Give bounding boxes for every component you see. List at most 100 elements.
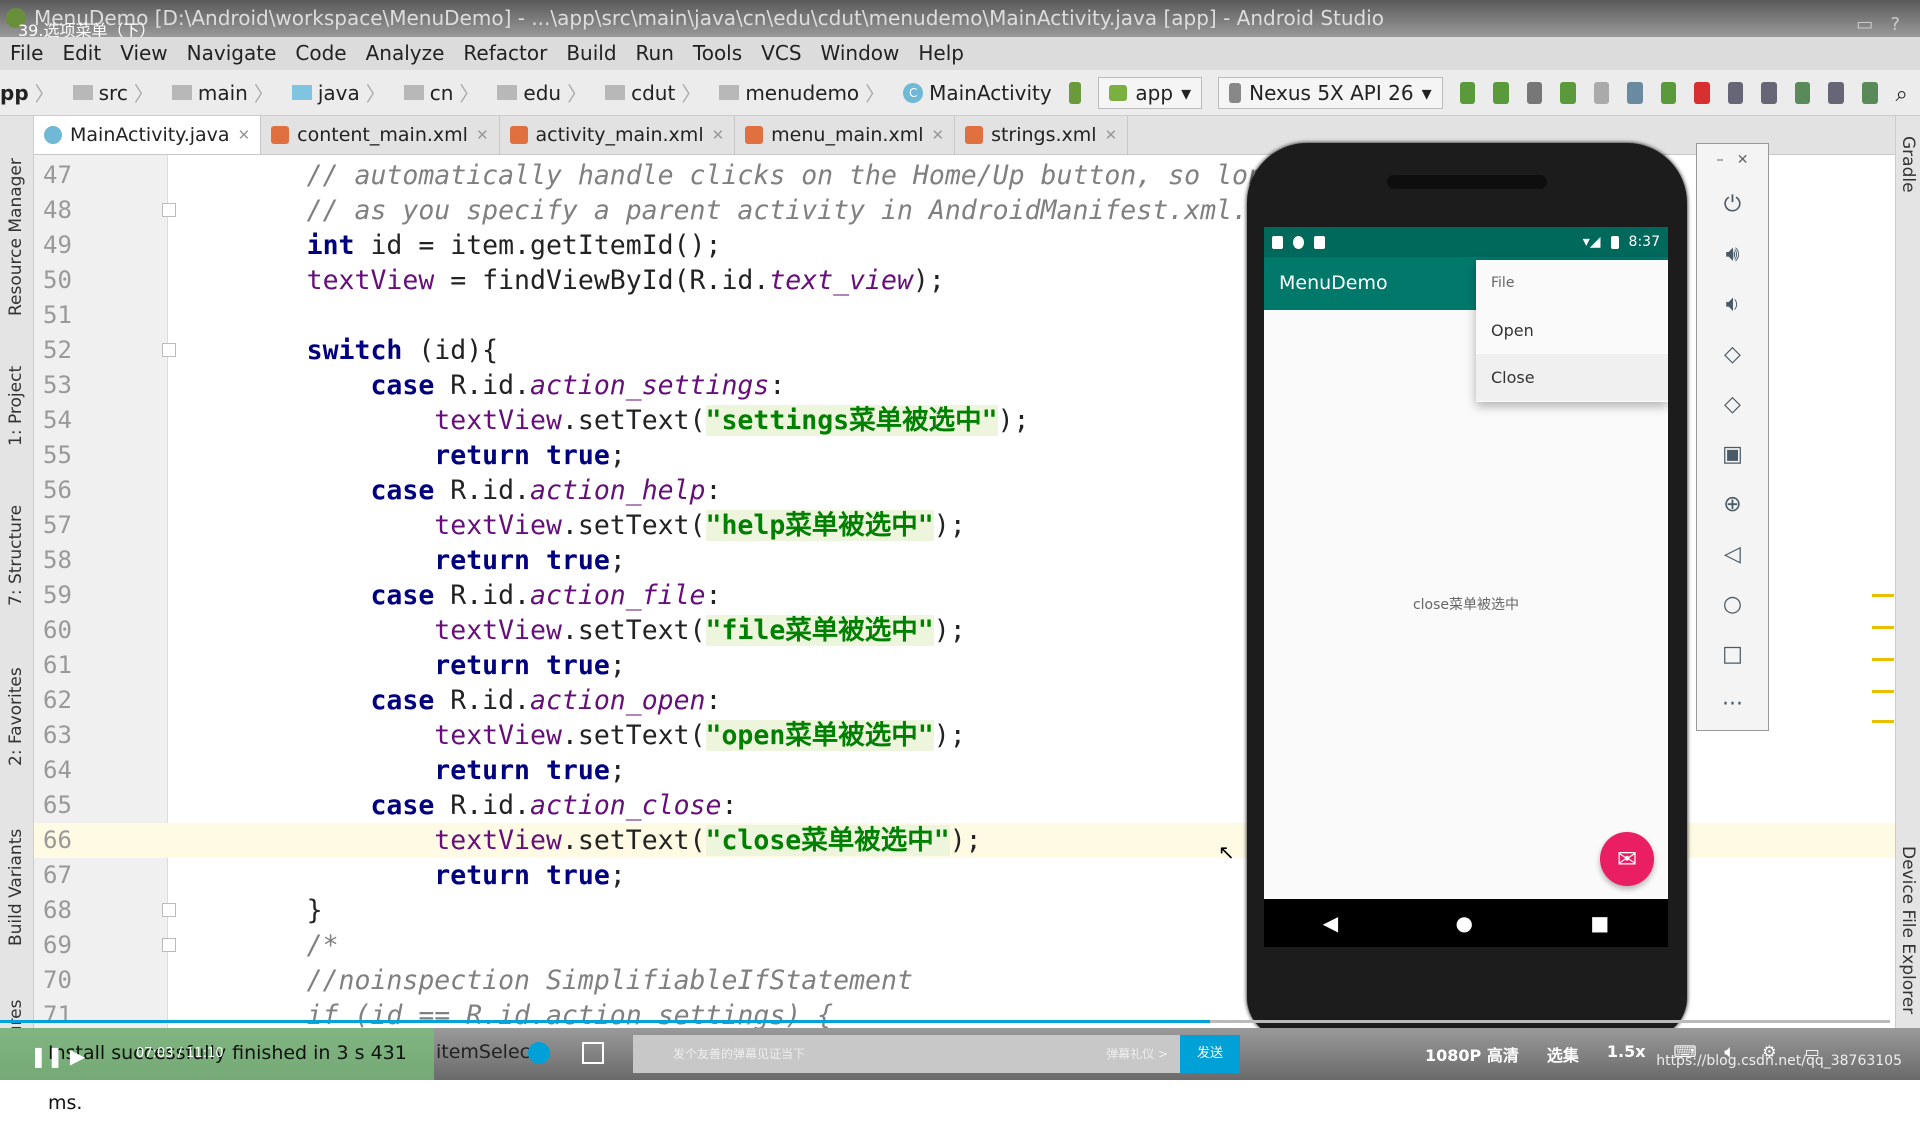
rotate-right-icon[interactable]: ◇ — [1697, 392, 1768, 417]
danmu-settings-icon[interactable] — [582, 1042, 604, 1064]
danmu-etiquette-link[interactable]: 弹幕礼仪 > — [1106, 1035, 1168, 1073]
episodes-button[interactable]: 选集 — [1547, 1042, 1579, 1066]
tool-window-resource-manager[interactable]: Resource Manager — [6, 158, 26, 316]
tool-window-gradle[interactable]: Gradle — [1898, 136, 1918, 193]
tab-content_main-xml[interactable]: content_main.xml ✕ — [261, 116, 500, 154]
apply-changes-icon[interactable] — [1459, 81, 1476, 104]
search-icon[interactable]: ⌕ — [1896, 82, 1912, 107]
close-icon[interactable]: ✕ — [712, 126, 725, 144]
breadcrumb-pp[interactable]: pp 〉 — [0, 78, 55, 107]
home-icon[interactable]: ● — [1456, 911, 1473, 935]
menu-item-close[interactable]: Close — [1476, 354, 1668, 401]
breadcrumb-edu[interactable]: edu 〉 — [487, 78, 587, 107]
breadcrumb-menudemo[interactable]: menudemo 〉 — [709, 78, 885, 107]
avd-manager-icon[interactable] — [1761, 81, 1777, 104]
power-icon[interactable]: ⏻ — [1697, 192, 1768, 217]
danmu-input[interactable]: 发个友善的弹幕见证当下 弹幕礼仪 > — [633, 1035, 1180, 1073]
send-button[interactable]: 发送 — [1180, 1035, 1240, 1073]
camera-icon[interactable]: ▣ — [1697, 442, 1768, 467]
phone-screen[interactable]: ▾◢ 8:37 MenuDemo File Open Close close菜单… — [1264, 227, 1668, 947]
menu-view[interactable]: View — [120, 37, 167, 70]
menu-edit[interactable]: Edit — [62, 37, 101, 70]
tool-window--structure[interactable]: 7: Structure — [6, 505, 26, 606]
menu-run[interactable]: Run — [636, 37, 674, 70]
code-token: // as you specify a parent activity in A… — [306, 195, 1248, 226]
tab-activity_main-xml[interactable]: activity_main.xml ✕ — [500, 116, 736, 154]
xml-file-icon — [965, 126, 984, 144]
coverage-icon[interactable] — [1593, 81, 1610, 104]
breadcrumb-mainactivity[interactable]: C MainActivity — [893, 81, 1052, 105]
debug-icon[interactable] — [1560, 81, 1576, 104]
overview-icon[interactable]: □ — [1697, 642, 1768, 667]
zoom-icon[interactable]: ⊕ — [1697, 492, 1768, 517]
fold-marker-icon[interactable] — [162, 203, 176, 217]
menu-item-file[interactable]: File — [1476, 260, 1668, 307]
run-config-dropdown[interactable]: app ▾ — [1098, 76, 1203, 109]
breadcrumb-cdut[interactable]: cdut 〉 — [595, 78, 701, 107]
close-icon[interactable]: ✕ — [1105, 126, 1118, 144]
menu-analyze[interactable]: Analyze — [366, 37, 445, 70]
tool-window--project[interactable]: 1: Project — [6, 366, 26, 446]
code-token: int — [306, 230, 355, 261]
tool-window--favorites[interactable]: 2: Favorites — [6, 667, 26, 766]
build-hammer-icon[interactable] — [1068, 81, 1082, 104]
pause-icon[interactable]: ❚❚ ▶ — [30, 1044, 85, 1068]
tab-menu_main-xml[interactable]: menu_main.xml ✕ — [735, 116, 956, 154]
device-dropdown[interactable]: Nexus 5X API 26 ▾ — [1218, 76, 1443, 109]
menu-refactor[interactable]: Refactor — [463, 37, 547, 70]
menu-file[interactable]: File — [10, 37, 43, 70]
quality-button[interactable]: 1080P 高清 — [1425, 1042, 1519, 1066]
breadcrumb-src[interactable]: src 〉 — [63, 78, 154, 107]
close-icon[interactable]: ✕ — [476, 126, 489, 144]
menu-help[interactable]: Help — [918, 37, 964, 70]
speed-button[interactable]: 1.5x — [1607, 1042, 1646, 1066]
tab-mainactivity-java[interactable]: MainActivity.java ✕ — [34, 116, 262, 154]
options-menu-popup: File Open Close — [1476, 260, 1668, 402]
device-manager-icon[interactable] — [1861, 81, 1878, 104]
close-icon[interactable]: ✕ — [932, 126, 945, 144]
menu-window[interactable]: Window — [821, 37, 900, 70]
tab-strings-xml[interactable]: strings.xml ✕ — [955, 116, 1129, 154]
fold-marker-icon[interactable] — [162, 343, 176, 357]
xml-file-icon — [745, 126, 764, 144]
fold-marker-icon[interactable] — [162, 938, 176, 952]
apply-code-changes-icon[interactable] — [1493, 81, 1509, 104]
run-list-icon[interactable] — [1526, 81, 1543, 104]
more-icon[interactable]: ··· — [1697, 692, 1768, 717]
menu-build[interactable]: Build — [566, 37, 616, 70]
fold-marker-icon[interactable] — [162, 903, 176, 917]
menu-item-open[interactable]: Open — [1476, 307, 1668, 354]
menu-navigate[interactable]: Navigate — [187, 37, 277, 70]
profile-icon[interactable] — [1627, 81, 1643, 104]
rotate-left-icon[interactable]: ◇ — [1697, 342, 1768, 367]
home-icon[interactable]: ○ — [1697, 592, 1768, 617]
close-icon[interactable]: ✕ — [238, 126, 251, 144]
volume-up-icon[interactable]: 🔊︎ — [1697, 242, 1768, 267]
menu-code[interactable]: Code — [295, 37, 346, 70]
danmu-toggle[interactable] — [528, 1042, 550, 1064]
tool-window-device-file-explorer[interactable]: Device File Explorer — [1898, 846, 1918, 1014]
sdk-manager-icon[interactable] — [1828, 81, 1844, 104]
sync-gradle-icon[interactable] — [1794, 81, 1811, 104]
line-number: 50 — [43, 266, 72, 294]
project-structure-icon[interactable] — [1727, 81, 1744, 104]
menu-vcs[interactable]: VCS — [761, 37, 801, 70]
fab-email-button[interactable]: ✉ — [1600, 832, 1654, 886]
code-text: return true; — [179, 438, 625, 473]
breadcrumb-main[interactable]: main 〉 — [162, 78, 274, 107]
attach-debugger-icon[interactable] — [1660, 81, 1677, 104]
video-progress-played[interactable] — [0, 1020, 1210, 1023]
volume-down-icon[interactable]: 🔉︎ — [1697, 292, 1768, 317]
back-icon[interactable]: ◀ — [1323, 911, 1338, 935]
stop-icon[interactable] — [1694, 81, 1710, 104]
minimize-close-icons[interactable]: – ✕ — [1697, 152, 1768, 168]
recents-icon[interactable]: ■ — [1590, 911, 1609, 935]
breadcrumb-java[interactable]: java 〉 — [282, 78, 386, 107]
menu-tools[interactable]: Tools — [693, 37, 742, 70]
tool-window-build-variants[interactable]: Build Variants — [6, 829, 26, 946]
video-progress-remaining[interactable] — [1210, 1020, 1890, 1023]
breadcrumb-cn[interactable]: cn 〉 — [394, 78, 479, 107]
back-icon[interactable]: ◁ — [1697, 542, 1768, 567]
